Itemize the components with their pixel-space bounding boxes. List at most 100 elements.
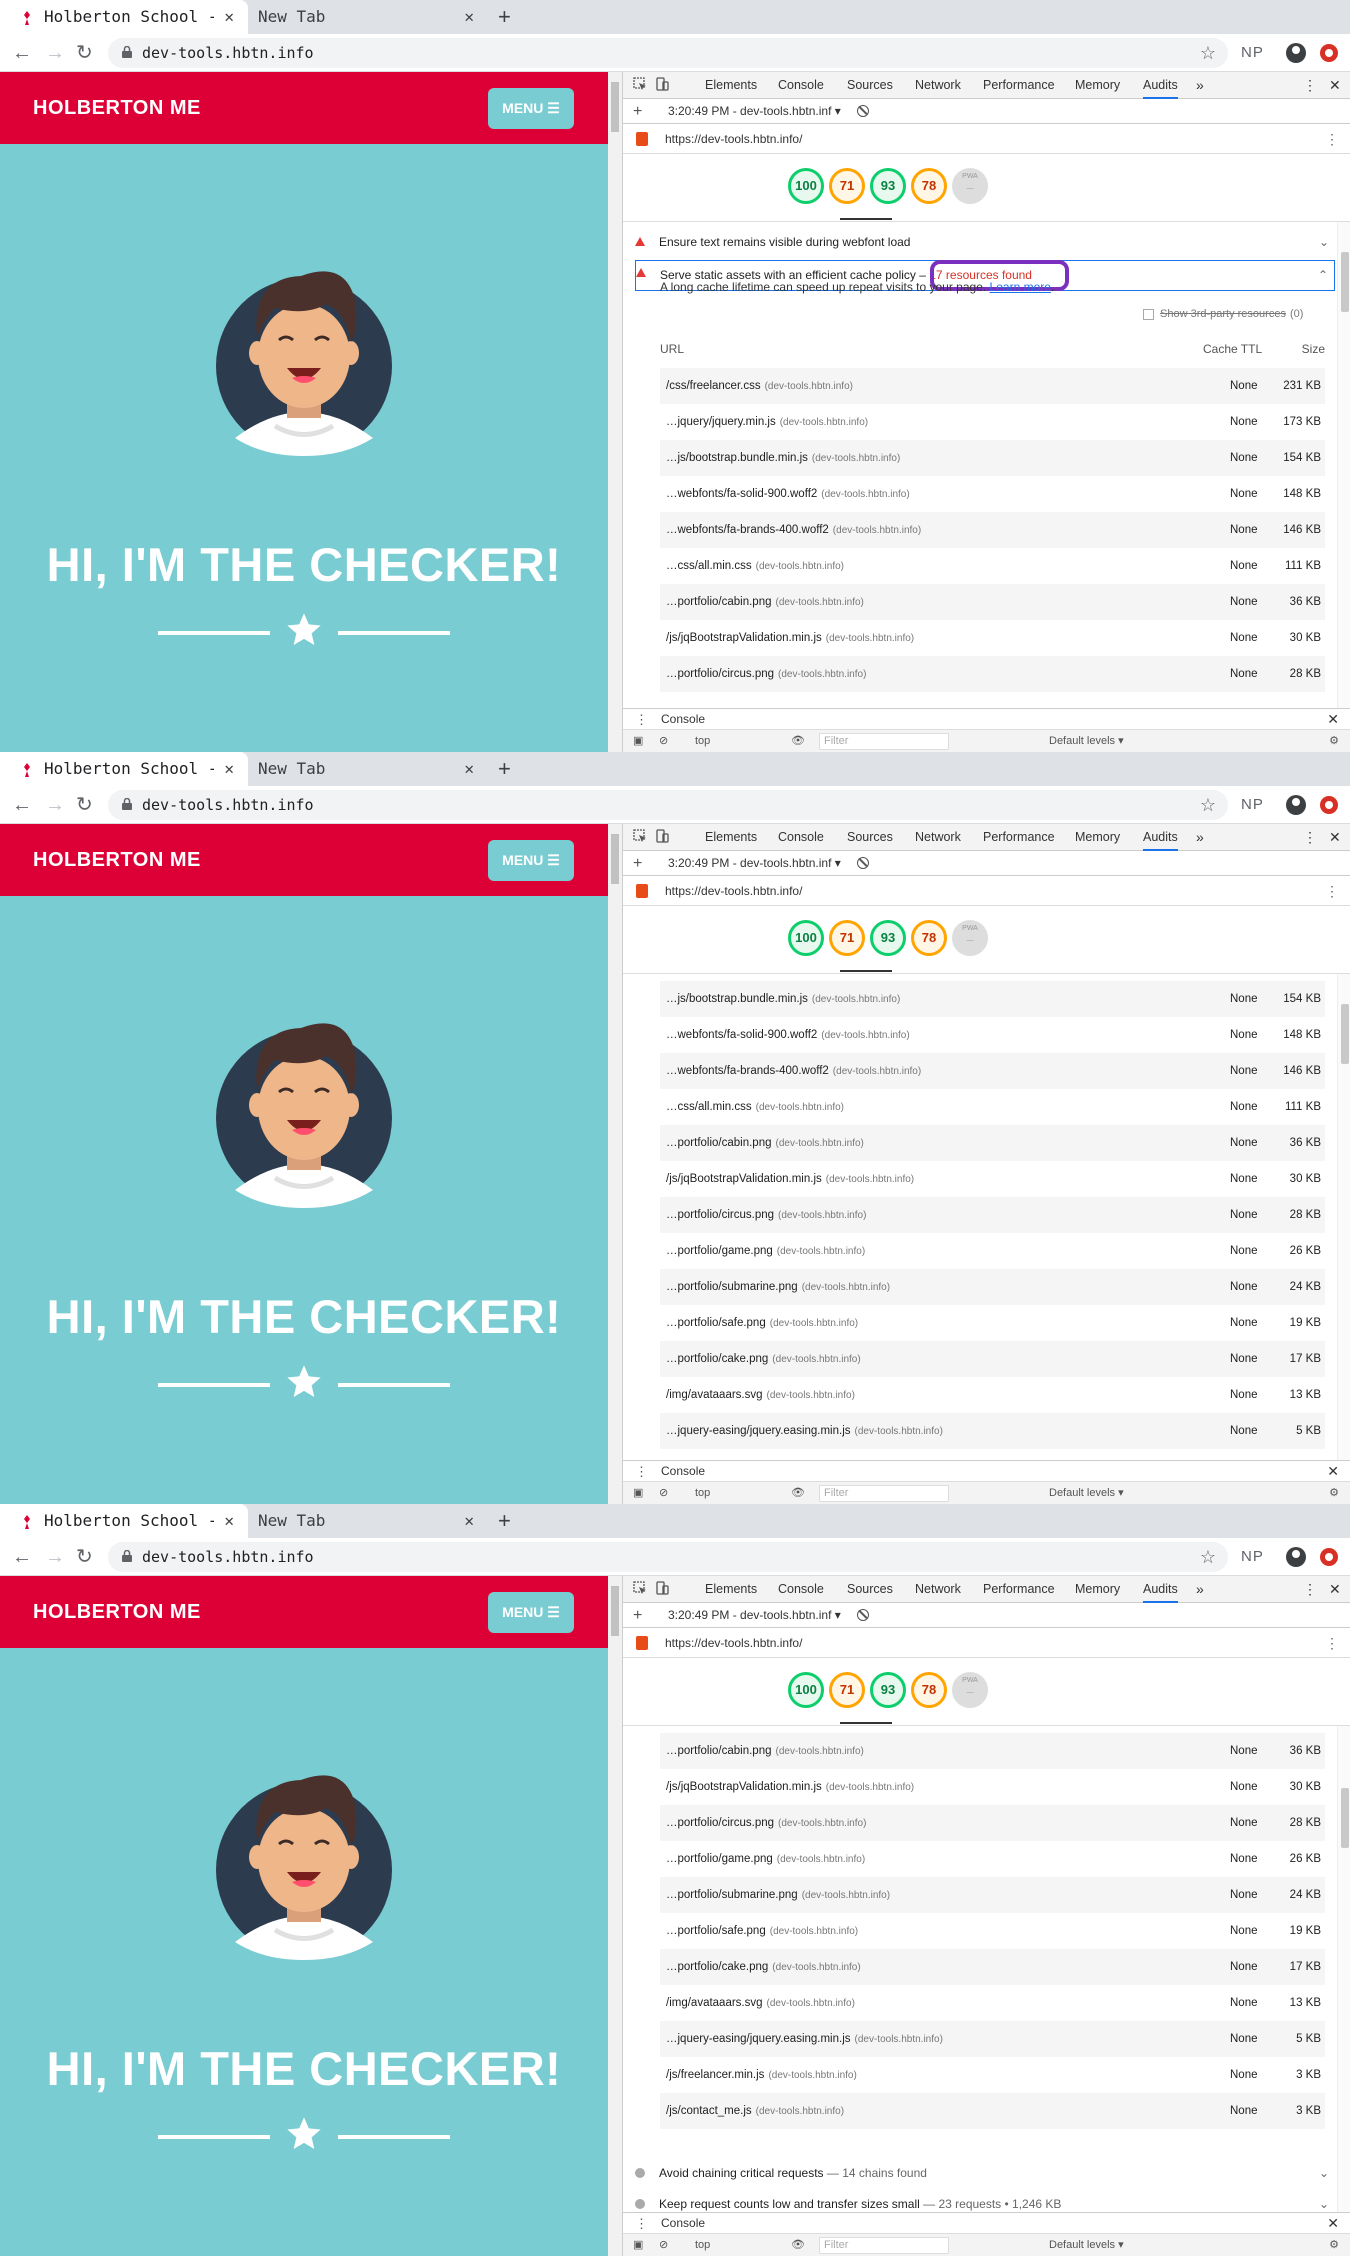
site-brand[interactable]: HOLBERTON ME — [33, 1576, 201, 1648]
device-icon[interactable] — [655, 77, 669, 91]
tab-network[interactable]: Network — [915, 824, 961, 851]
tab-performance[interactable]: Performance — [983, 1576, 1055, 1603]
report-url[interactable]: https://dev-tools.hbtn.info/ — [665, 124, 802, 154]
resource-url[interactable]: /js/freelancer.min.js(dev-tools.hbtn.inf… — [666, 2057, 857, 2094]
close-icon[interactable]: ✕ — [1329, 824, 1341, 851]
table-row[interactable]: …portfolio/cake.png (dev-tools.hbtn.info)… — [660, 1949, 1325, 1985]
table-row[interactable]: …portfolio/cabin.png (dev-tools.hbtn.info… — [660, 584, 1325, 620]
scroll-thumb[interactable] — [1341, 1788, 1349, 1848]
gauge-pwa[interactable]: PWA — — [952, 1672, 988, 1708]
address-bar[interactable]: dev-tools.hbtn.info ☆ — [108, 38, 1228, 68]
console-filter-input[interactable]: Filter — [819, 733, 949, 750]
table-row[interactable]: …portfolio/submarine.png (dev-tools.hbtn.… — [660, 1269, 1325, 1305]
scroll-thumb[interactable] — [611, 1586, 619, 1636]
close-icon[interactable]: ✕ — [224, 0, 234, 34]
table-row[interactable]: /js/contact_me.js (dev-tools.hbtn.info) No… — [660, 2093, 1325, 2129]
table-row[interactable]: …portfolio/circus.png (dev-tools.hbtn.inf… — [660, 1805, 1325, 1841]
audit-webfont[interactable]: Ensure text remains visible during webfo… — [635, 230, 1335, 254]
tab-console[interactable]: Console — [778, 72, 824, 99]
resource-url[interactable]: …portfolio/game.png (dev-tools.hbtn.info) — [666, 1841, 865, 1878]
forward-icon[interactable]: → — [45, 34, 65, 72]
resource-url[interactable]: …webfonts/fa-solid-900.woff2 (dev-tools.h… — [666, 476, 910, 513]
resource-url[interactable]: …portfolio/cake.png (dev-tools.hbtn.info) — [666, 1949, 861, 1986]
table-row[interactable]: …portfolio/cabin.png (dev-tools.hbtn.info… — [660, 1125, 1325, 1161]
gauge-accessibility[interactable]: 71 — [829, 920, 865, 956]
tab-console[interactable]: Console — [778, 1576, 824, 1603]
tab-audits[interactable]: Audits — [1143, 72, 1178, 99]
tab-network[interactable]: Network — [915, 72, 961, 99]
table-row[interactable]: …jquery-easing/jquery.easing.min.js (dev-… — [660, 2021, 1325, 2057]
extension-icon[interactable] — [1320, 44, 1338, 62]
kebab-icon[interactable]: ⋮ — [635, 709, 648, 730]
tab-holberton[interactable]: Holberton School - ✕ — [0, 752, 248, 786]
tab-audits[interactable]: Audits — [1143, 824, 1178, 851]
eye-icon[interactable]: 👁 — [791, 2234, 805, 2256]
close-icon[interactable]: ✕ — [224, 752, 234, 786]
table-row[interactable]: …webfonts/fa-solid-900.woff2 (dev-tools.h… — [660, 1017, 1325, 1053]
tab-console[interactable]: Console — [778, 824, 824, 851]
page-scrollbar[interactable] — [608, 1576, 622, 2256]
gauge-seo[interactable]: 78 — [911, 920, 947, 956]
new-tab-icon[interactable]: + — [498, 1504, 511, 1538]
new-audit-icon[interactable]: + — [633, 99, 642, 124]
resource-url[interactable]: …webfonts/fa-brands-400.woff2 (dev-tools.… — [666, 512, 921, 549]
table-row[interactable]: …jquery/jquery.min.js (dev-tools.hbtn.inf… — [660, 404, 1325, 440]
back-icon[interactable]: ← — [12, 1538, 32, 1576]
address-bar[interactable]: dev-tools.hbtn.info ☆ — [108, 1542, 1228, 1572]
resource-url[interactable]: /img/avataaars.svg (dev-tools.hbtn.info) — [666, 1985, 855, 2022]
block-icon[interactable] — [857, 105, 869, 117]
kebab-icon[interactable]: ⋮ — [1325, 1633, 1339, 1653]
resource-url[interactable]: /js/contact_me.js (dev-tools.hbtn.info) — [666, 2093, 844, 2130]
resource-url[interactable]: /js/jqBootstrapValidation.min.js (dev-too… — [666, 1161, 914, 1198]
resource-url[interactable]: …jquery-easing/jquery.easing.min.js (dev-… — [666, 1413, 943, 1450]
resource-url[interactable]: /css/freelancer.css (dev-tools.hbtn.info) — [666, 368, 853, 405]
tab-memory[interactable]: Memory — [1075, 72, 1120, 99]
resource-url[interactable]: …portfolio/cabin.png (dev-tools.hbtn.info… — [666, 1733, 864, 1770]
drawer-tab-console[interactable]: Console — [661, 1461, 706, 1484]
kebab-icon[interactable]: ⋮ — [635, 2213, 648, 2234]
close-icon[interactable]: ✕ — [1329, 1576, 1341, 1603]
menu-button[interactable]: MENU ☰ — [488, 1592, 574, 1633]
tab-sources[interactable]: Sources — [847, 72, 893, 99]
kebab-icon[interactable]: ⋮ — [1303, 72, 1317, 99]
resource-url[interactable]: …portfolio/cake.png (dev-tools.hbtn.info) — [666, 1341, 861, 1378]
tab-elements[interactable]: Elements — [705, 824, 757, 851]
gauge-accessibility[interactable]: 71 — [829, 1672, 865, 1708]
tab-new[interactable]: New Tab ✕ — [248, 752, 488, 786]
back-icon[interactable]: ← — [12, 34, 32, 72]
resource-url[interactable]: …portfolio/safe.png (dev-tools.hbtn.info) — [666, 1305, 858, 1342]
table-row[interactable]: …css/all.min.css (dev-tools.hbtn.info) Non… — [660, 548, 1325, 584]
new-audit-icon[interactable]: + — [633, 851, 642, 876]
forward-icon[interactable]: → — [45, 1538, 65, 1576]
table-row[interactable]: …portfolio/cake.png (dev-tools.hbtn.info)… — [660, 1341, 1325, 1377]
table-row[interactable]: …portfolio/safe.png (dev-tools.hbtn.info)… — [660, 1913, 1325, 1949]
table-row[interactable]: /css/freelancer.css (dev-tools.hbtn.info)… — [660, 368, 1325, 404]
menu-button[interactable]: MENU ☰ — [488, 840, 574, 881]
gauge-best-practices[interactable]: 93 — [870, 920, 906, 956]
table-row[interactable]: /js/jqBootstrapValidation.min.js (dev-too… — [660, 1769, 1325, 1805]
profile-initials[interactable]: NP — [1241, 1538, 1264, 1576]
resource-url[interactable]: …css/all.min.css (dev-tools.hbtn.info) — [666, 1089, 844, 1126]
resource-url[interactable]: /js/jqBootstrapValidation.min.js (dev-too… — [666, 1769, 914, 1806]
reload-icon[interactable]: ↻ — [76, 1538, 93, 1576]
close-icon[interactable]: ✕ — [1329, 72, 1341, 99]
table-row[interactable]: …css/all.min.css (dev-tools.hbtn.info) Non… — [660, 1089, 1325, 1125]
resource-url[interactable]: …webfonts/fa-solid-900.woff2 (dev-tools.h… — [666, 1017, 910, 1054]
kebab-icon[interactable]: ⋮ — [1303, 824, 1317, 851]
eye-icon[interactable]: 👁 — [791, 730, 805, 752]
site-brand[interactable]: HOLBERTON ME — [33, 824, 201, 896]
reload-icon[interactable]: ↻ — [76, 34, 93, 72]
tab-memory[interactable]: Memory — [1075, 1576, 1120, 1603]
extension-icon[interactable] — [1320, 1548, 1338, 1566]
devtools-scrollbar[interactable] — [1337, 974, 1350, 1464]
scroll-thumb[interactable] — [611, 834, 619, 884]
page-scrollbar[interactable] — [608, 824, 622, 1504]
context-selector[interactable]: top ▾ — [695, 1482, 837, 1504]
kebab-icon[interactable]: ⋮ — [1325, 881, 1339, 901]
account-icon[interactable] — [1286, 43, 1306, 63]
console-filter-input[interactable]: Filter — [819, 2237, 949, 2254]
tab-performance[interactable]: Performance — [983, 72, 1055, 99]
forward-icon[interactable]: → — [45, 786, 65, 824]
table-row[interactable]: …portfolio/circus.png (dev-tools.hbtn.inf… — [660, 656, 1325, 692]
sidebar-toggle-icon[interactable]: ▣ — [633, 1482, 643, 1504]
